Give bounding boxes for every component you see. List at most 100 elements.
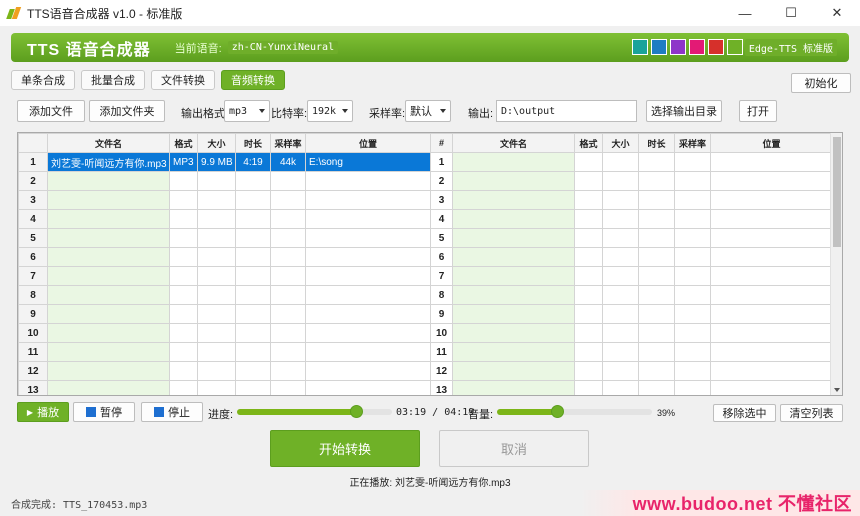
table-cell[interactable] <box>452 152 575 172</box>
table-cell[interactable] <box>197 209 236 229</box>
table-cell[interactable] <box>674 247 711 267</box>
table-cell[interactable] <box>674 228 711 248</box>
table-cell[interactable] <box>452 304 575 324</box>
table-cell[interactable] <box>169 304 198 324</box>
table-cell[interactable] <box>197 266 236 286</box>
choose-output-button[interactable]: 选择输出目录 <box>646 100 722 122</box>
table-cell[interactable] <box>235 228 271 248</box>
table-cell[interactable] <box>452 209 575 229</box>
theme-swatch[interactable] <box>727 39 743 55</box>
remove-selected-button[interactable]: 移除选中 <box>713 404 776 422</box>
table-cell[interactable] <box>602 361 639 381</box>
table-cell[interactable] <box>305 209 431 229</box>
scrollbar-thumb[interactable] <box>833 137 841 247</box>
table-cell[interactable] <box>574 380 603 395</box>
table-cell[interactable] <box>674 361 711 381</box>
table-cell[interactable] <box>305 342 431 362</box>
tab-single[interactable]: 单条合成 <box>11 70 75 90</box>
table-cell[interactable] <box>197 361 236 381</box>
table-row[interactable]: 3 <box>18 190 431 210</box>
table-cell[interactable] <box>710 361 833 381</box>
table-cell[interactable] <box>674 304 711 324</box>
table-cell[interactable] <box>235 361 271 381</box>
table-cell[interactable] <box>169 228 198 248</box>
table-row[interactable]: 9 <box>18 304 431 324</box>
add-folder-button[interactable]: 添加文件夹 <box>89 100 165 122</box>
init-button[interactable]: 初始化 <box>791 73 851 93</box>
table-cell[interactable] <box>305 285 431 305</box>
table-row[interactable]: 5 <box>18 228 431 248</box>
tab-batch[interactable]: 批量合成 <box>81 70 145 90</box>
table-cell[interactable] <box>674 323 711 343</box>
table-cell[interactable] <box>235 285 271 305</box>
table-cell[interactable] <box>169 342 198 362</box>
close-button[interactable]: ✕ <box>814 0 860 26</box>
table-cell[interactable] <box>197 190 236 210</box>
table-cell[interactable] <box>638 285 675 305</box>
table-cell[interactable] <box>197 171 236 191</box>
table-cell[interactable] <box>602 380 639 395</box>
table-cell[interactable] <box>602 323 639 343</box>
table-cell[interactable] <box>638 152 675 172</box>
add-file-button[interactable]: 添加文件 <box>17 100 85 122</box>
table-cell[interactable] <box>270 304 306 324</box>
table-cell[interactable] <box>710 247 833 267</box>
table-cell[interactable] <box>235 247 271 267</box>
progress-knob[interactable] <box>350 405 364 418</box>
table-cell[interactable] <box>638 380 675 395</box>
table-cell[interactable] <box>602 209 639 229</box>
table-cell[interactable] <box>305 266 431 286</box>
table-cell[interactable]: E:\song <box>305 152 431 172</box>
column-header[interactable]: 采样率 <box>674 133 711 153</box>
minimize-button[interactable]: — <box>722 0 768 26</box>
volume-slider[interactable] <box>497 405 652 418</box>
table-cell[interactable] <box>235 190 271 210</box>
open-output-button[interactable]: 打开 <box>739 100 777 122</box>
scroll-down-icon[interactable] <box>834 388 840 392</box>
table-cell[interactable] <box>47 171 170 191</box>
table-cell[interactable] <box>169 323 198 343</box>
table-cell[interactable] <box>270 285 306 305</box>
table-cell[interactable] <box>638 323 675 343</box>
table-cell[interactable] <box>574 361 603 381</box>
table-cell[interactable] <box>305 171 431 191</box>
table-cell[interactable] <box>305 304 431 324</box>
play-button[interactable]: ▶ 播放 <box>17 402 69 422</box>
table-cell[interactable]: 44k <box>270 152 306 172</box>
column-header[interactable]: 文件名 <box>452 133 575 153</box>
table-cell[interactable] <box>235 342 271 362</box>
table-cell[interactable] <box>674 342 711 362</box>
table-cell[interactable] <box>270 361 306 381</box>
table-cell[interactable] <box>710 209 833 229</box>
column-header[interactable]: 大小 <box>197 133 236 153</box>
table-cell[interactable] <box>574 323 603 343</box>
theme-swatch[interactable] <box>670 39 686 55</box>
table-cell[interactable] <box>710 285 833 305</box>
pause-button[interactable]: 暂停 <box>73 402 135 422</box>
table-cell[interactable] <box>270 342 306 362</box>
table-cell[interactable] <box>638 342 675 362</box>
table-cell[interactable] <box>452 171 575 191</box>
stop-button[interactable]: 停止 <box>141 402 203 422</box>
table-cell[interactable] <box>169 266 198 286</box>
table-cell[interactable] <box>574 247 603 267</box>
table-cell[interactable] <box>602 228 639 248</box>
table-cell[interactable] <box>602 266 639 286</box>
table-cell[interactable] <box>602 247 639 267</box>
table-cell[interactable] <box>47 304 170 324</box>
table-cell[interactable] <box>574 266 603 286</box>
table-cell[interactable] <box>305 323 431 343</box>
table-cell[interactable] <box>47 342 170 362</box>
table-cell[interactable] <box>602 342 639 362</box>
table-cell[interactable] <box>674 380 711 395</box>
table-row[interactable]: 5 <box>430 228 833 248</box>
table-cell[interactable] <box>710 266 833 286</box>
table-cell[interactable] <box>235 209 271 229</box>
table-row[interactable]: 11 <box>18 342 431 362</box>
table-cell[interactable] <box>674 285 711 305</box>
table-row[interactable]: 13 <box>430 380 833 395</box>
table-cell[interactable] <box>47 380 170 395</box>
tab-file-convert[interactable]: 文件转换 <box>151 70 215 90</box>
table-cell[interactable] <box>197 380 236 395</box>
table-cell[interactable] <box>270 323 306 343</box>
